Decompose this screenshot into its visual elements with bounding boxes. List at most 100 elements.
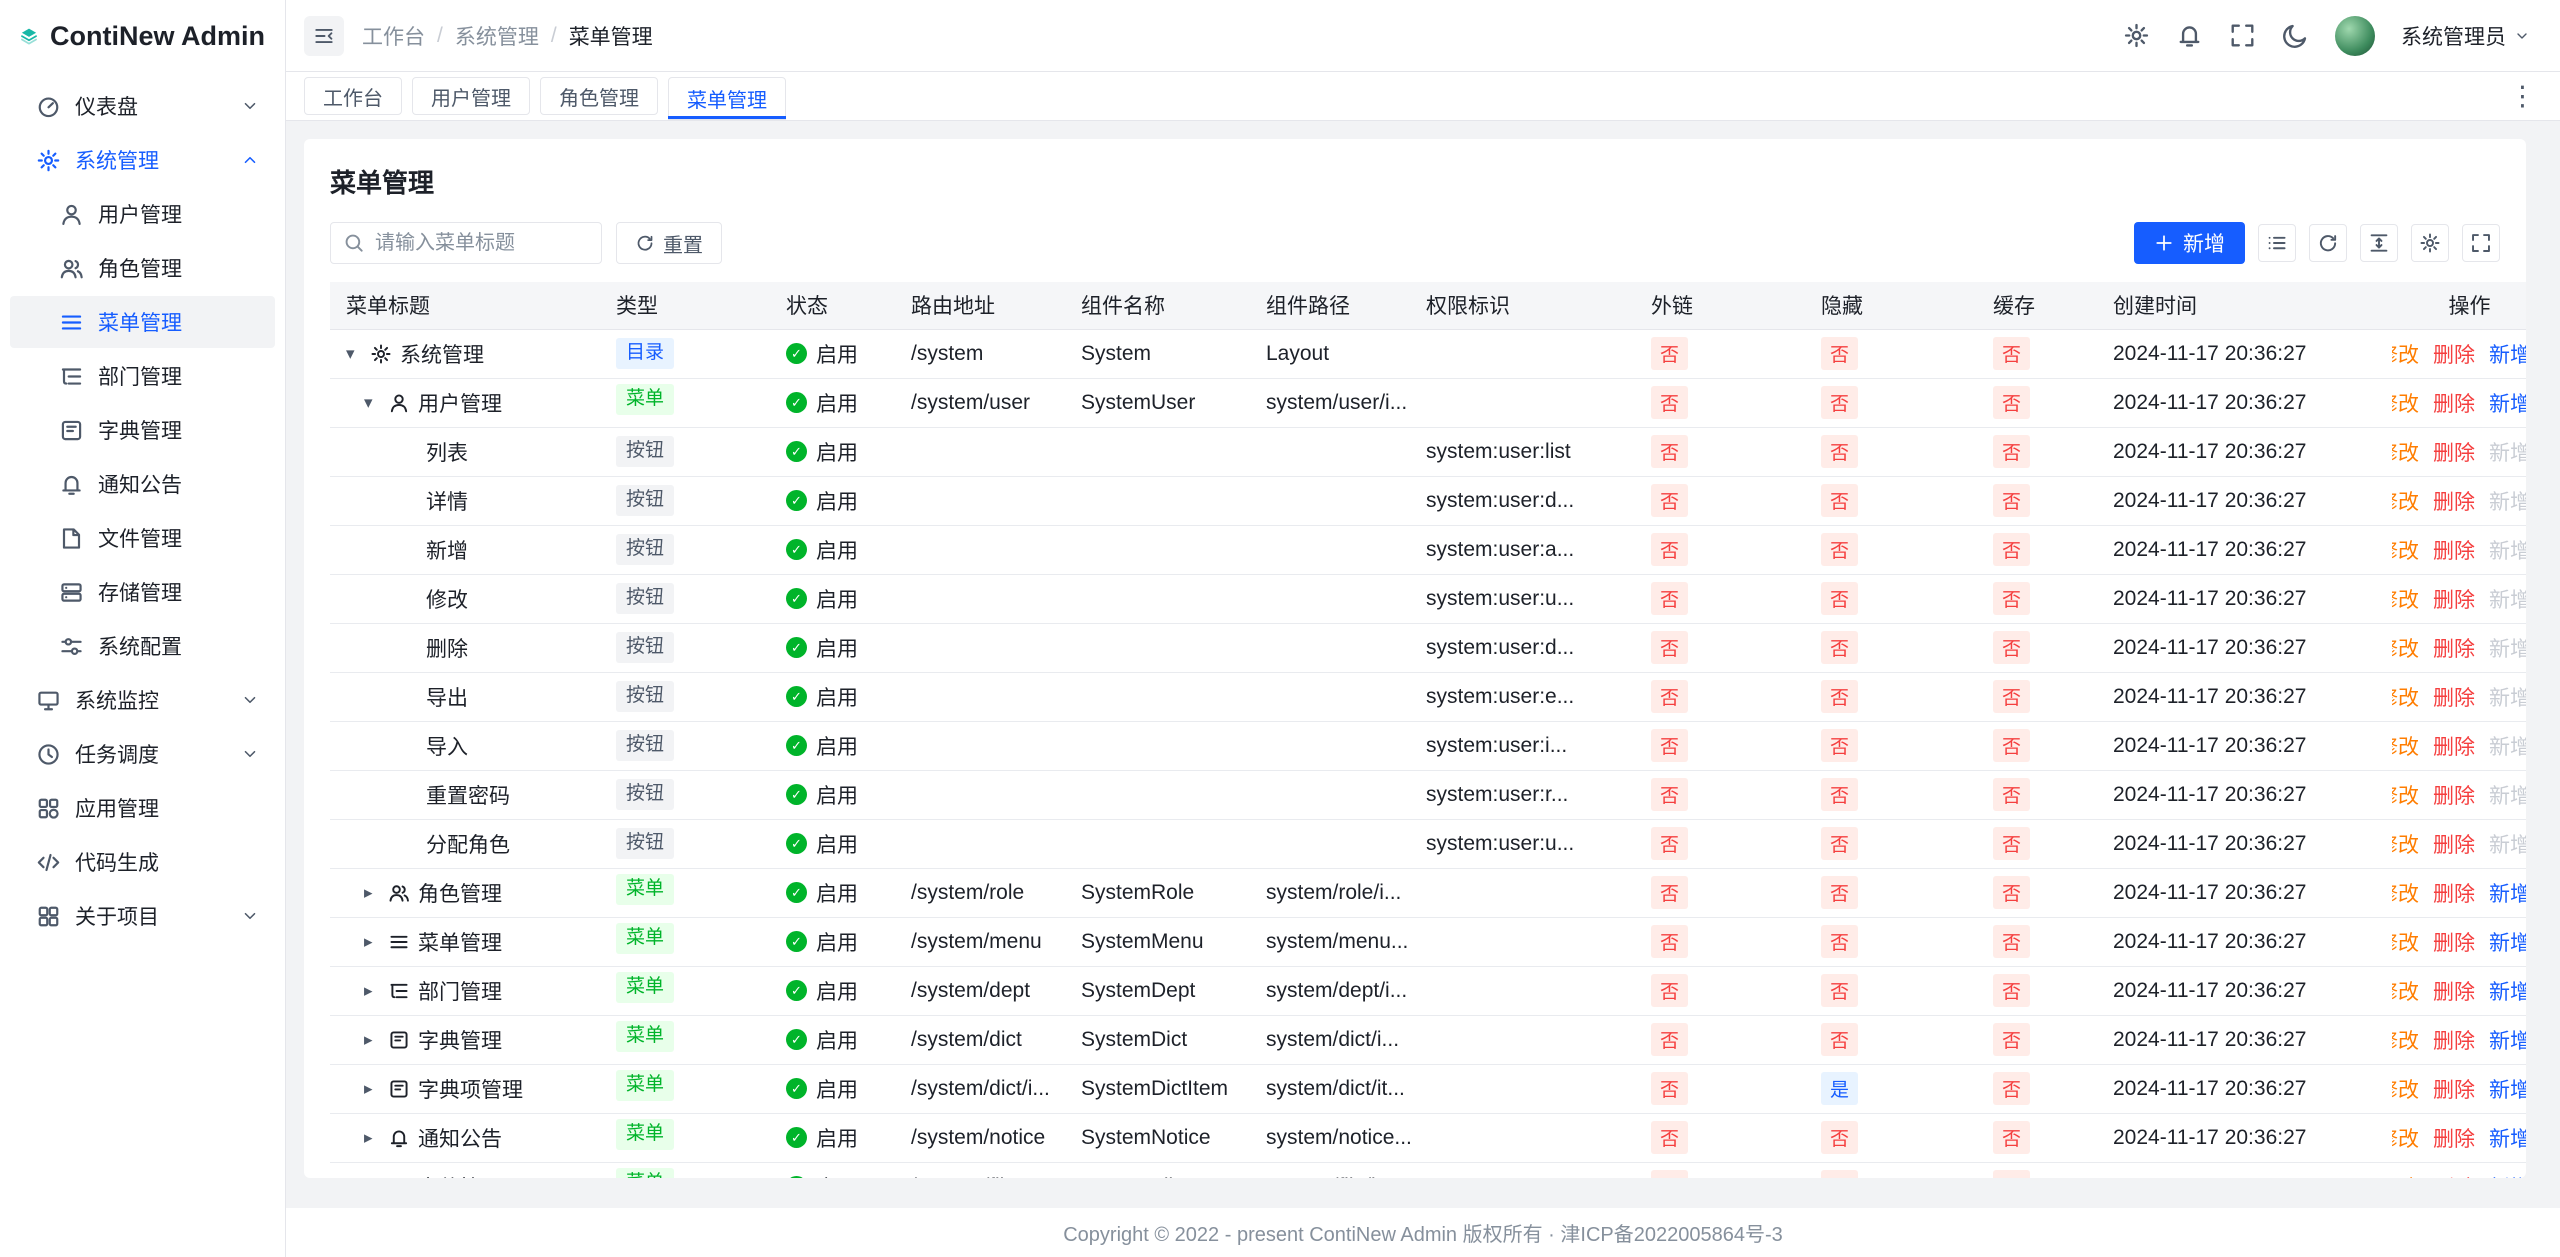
user-menu[interactable]: 系统管理员 — [2401, 21, 2530, 51]
row-height-button[interactable] — [2360, 224, 2398, 262]
tab-menu-mgmt[interactable]: 菜单管理 — [668, 77, 786, 120]
delete-link[interactable]: 删除 — [2433, 535, 2475, 565]
sidebar-item-dict-mgmt[interactable]: 字典管理 — [10, 404, 275, 456]
sidebar-item-app-mgmt[interactable]: 应用管理 — [10, 782, 275, 834]
avatar[interactable] — [2335, 16, 2375, 56]
expand-row-icon[interactable]: ▸ — [364, 1030, 388, 1050]
sidebar-item-dept-mgmt[interactable]: 部门管理 — [10, 350, 275, 402]
search-input[interactable] — [373, 231, 589, 256]
expand-row-icon[interactable]: ▸ — [364, 1079, 388, 1099]
fullscreen-icon[interactable] — [2229, 22, 2256, 49]
reset-button[interactable]: 重置 — [616, 222, 722, 264]
settings-icon[interactable] — [2123, 22, 2150, 49]
add-link[interactable]: 新增 — [2489, 388, 2526, 418]
tab-workbench[interactable]: 工作台 — [304, 77, 402, 115]
modify-link[interactable]: 修改 — [2392, 878, 2419, 908]
add-link[interactable]: 新增 — [2489, 339, 2526, 369]
modify-link[interactable]: 修改 — [2392, 486, 2419, 516]
density-button[interactable] — [2258, 224, 2296, 262]
cell-route — [895, 770, 1065, 819]
add-link[interactable]: 新增 — [2489, 1123, 2526, 1153]
expand-row-icon[interactable]: ▸ — [364, 981, 388, 1001]
sidebar-item-dashboard[interactable]: 仪表盘 — [10, 80, 275, 132]
delete-link[interactable]: 删除 — [2433, 584, 2475, 614]
modify-link[interactable]: 修改 — [2392, 437, 2419, 467]
tab-more-icon[interactable]: ⋮ — [2503, 81, 2542, 112]
sidebar-item-role-mgmt[interactable]: 角色管理 — [10, 242, 275, 294]
expand-row-icon[interactable]: ▸ — [364, 1177, 388, 1179]
collapse-row-icon[interactable]: ▾ — [364, 393, 388, 413]
delete-link[interactable]: 删除 — [2433, 633, 2475, 663]
sidebar-item-menu-mgmt[interactable]: 菜单管理 — [10, 296, 275, 348]
breadcrumb-item[interactable]: 系统管理 — [455, 21, 539, 51]
modify-link[interactable]: 修改 — [2392, 829, 2419, 859]
sidebar-item-file-mgmt[interactable]: 文件管理 — [10, 512, 275, 564]
modify-link[interactable]: 修改 — [2392, 1123, 2419, 1153]
delete-link[interactable]: 删除 — [2433, 780, 2475, 810]
add-link[interactable]: 新增 — [2489, 976, 2526, 1006]
menu-title-text: 导入 — [426, 731, 468, 761]
tab-role-mgmt[interactable]: 角色管理 — [540, 77, 658, 115]
sidebar-collapse-button[interactable] — [304, 16, 344, 56]
table-fullscreen-button[interactable] — [2462, 224, 2500, 262]
add-link[interactable]: 新增 — [2489, 927, 2526, 957]
modify-link[interactable]: 修改 — [2392, 976, 2419, 1006]
sidebar-item-code-gen[interactable]: 代码生成 — [10, 836, 275, 888]
collapse-row-icon[interactable]: ▾ — [346, 344, 370, 364]
modify-link[interactable]: 修改 — [2392, 927, 2419, 957]
delete-link[interactable]: 删除 — [2433, 1123, 2475, 1153]
sidebar-item-notice[interactable]: 通知公告 — [10, 458, 275, 510]
add-link[interactable]: 新增 — [2489, 878, 2526, 908]
add-link[interactable]: 新增 — [2489, 1074, 2526, 1104]
column-settings-button[interactable] — [2411, 224, 2449, 262]
cell-menu-title: 分配角色 — [330, 819, 600, 868]
sidebar-item-task-schedule[interactable]: 任务调度 — [10, 728, 275, 780]
delete-link[interactable]: 删除 — [2433, 878, 2475, 908]
delete-link[interactable]: 删除 — [2433, 339, 2475, 369]
search-box[interactable] — [330, 222, 602, 264]
delete-link[interactable]: 删除 — [2433, 829, 2475, 859]
modify-link[interactable]: 修改 — [2392, 780, 2419, 810]
sidebar-item-system-monitor[interactable]: 系统监控 — [10, 674, 275, 726]
delete-link[interactable]: 删除 — [2433, 927, 2475, 957]
tab-user-mgmt[interactable]: 用户管理 — [412, 77, 530, 115]
add-button[interactable]: 新增 — [2134, 222, 2245, 264]
modify-link[interactable]: 修改 — [2392, 584, 2419, 614]
add-link[interactable]: 新增 — [2489, 1172, 2526, 1179]
notifications-icon[interactable] — [2176, 22, 2203, 49]
sidebar-item-storage-mgmt[interactable]: 存储管理 — [10, 566, 275, 618]
sidebar-item-user-mgmt[interactable]: 用户管理 — [10, 188, 275, 240]
app-logo[interactable]: ContiNew Admin — [0, 0, 285, 72]
modify-link[interactable]: 修改 — [2392, 339, 2419, 369]
delete-link[interactable]: 删除 — [2433, 486, 2475, 516]
sidebar-item-about[interactable]: 关于项目 — [10, 890, 275, 942]
sidebar-item-system-config[interactable]: 系统配置 — [10, 620, 275, 672]
delete-link[interactable]: 删除 — [2433, 731, 2475, 761]
delete-link[interactable]: 删除 — [2433, 1172, 2475, 1179]
modify-link[interactable]: 修改 — [2392, 1074, 2419, 1104]
delete-link[interactable]: 删除 — [2433, 682, 2475, 712]
chevron-icon — [241, 691, 259, 709]
modify-link[interactable]: 修改 — [2392, 731, 2419, 761]
modify-link[interactable]: 修改 — [2392, 388, 2419, 418]
modify-link[interactable]: 修改 — [2392, 1025, 2419, 1055]
modify-link[interactable]: 修改 — [2392, 633, 2419, 663]
breadcrumb-item[interactable]: 工作台 — [362, 21, 425, 51]
delete-link[interactable]: 删除 — [2433, 437, 2475, 467]
expand-row-icon[interactable]: ▸ — [364, 932, 388, 952]
modify-link[interactable]: 修改 — [2392, 535, 2419, 565]
delete-link[interactable]: 删除 — [2433, 1025, 2475, 1055]
add-link[interactable]: 新增 — [2489, 1025, 2526, 1055]
sidebar-item-system-mgmt[interactable]: 系统管理 — [10, 134, 275, 186]
delete-link[interactable]: 删除 — [2433, 1074, 2475, 1104]
delete-link[interactable]: 删除 — [2433, 976, 2475, 1006]
modify-link[interactable]: 修改 — [2392, 682, 2419, 712]
cell-component-path — [1250, 819, 1410, 868]
refresh-table-button[interactable] — [2309, 224, 2347, 262]
modify-link[interactable]: 修改 — [2392, 1172, 2419, 1179]
expand-row-icon[interactable]: ▸ — [364, 883, 388, 903]
delete-link[interactable]: 删除 — [2433, 388, 2475, 418]
hidden-tag: 否 — [1821, 533, 1858, 566]
dark-mode-icon[interactable] — [2282, 22, 2309, 49]
expand-row-icon[interactable]: ▸ — [364, 1128, 388, 1148]
